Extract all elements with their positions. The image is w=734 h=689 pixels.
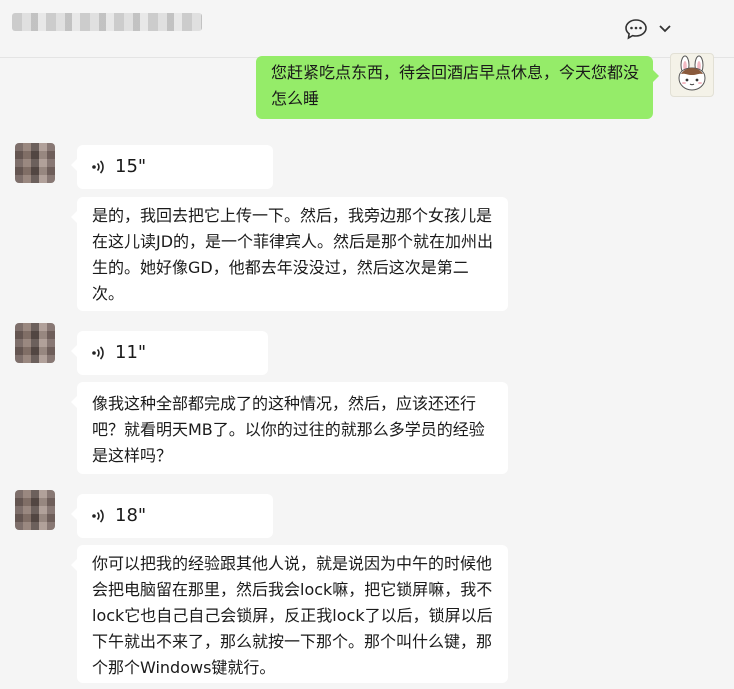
voice-wave-icon xyxy=(92,160,104,174)
bunny-avatar-icon xyxy=(678,55,706,91)
voice-message[interactable]: 11" xyxy=(71,331,268,375)
message-text: 像我这种全部都完成了的这种情况，然后，应该还还行吧？就看明天MB了。以你的过往的… xyxy=(92,394,485,465)
voice-wave-icon xyxy=(92,346,104,360)
contact-avatar[interactable] xyxy=(15,143,55,183)
voice-duration: 15" xyxy=(115,156,147,177)
message-bubble-self[interactable]: 您赶紧吃点东西，待会回酒店早点休息，今天您都没怎么睡 xyxy=(256,56,659,119)
voice-message[interactable]: 18" xyxy=(71,494,273,538)
chevron-down-icon[interactable] xyxy=(656,18,674,40)
my-avatar[interactable] xyxy=(670,53,714,97)
contact-avatar[interactable] xyxy=(15,323,55,363)
voice-duration: 18" xyxy=(115,505,147,526)
message-text: 你可以把我的经验跟其他人说，就是说因为中午的时候他会把电脑留在那里，然后我会lo… xyxy=(92,554,493,677)
voice-duration: 11" xyxy=(115,342,147,363)
contact-name xyxy=(12,13,202,31)
voice-wave-icon xyxy=(92,509,104,523)
message-text: 是的，我回去把它上传一下。然后，我旁边那个女孩儿是在这儿读JD的，是一个菲律宾人… xyxy=(92,206,494,303)
message-bubble-other[interactable]: 是的，我回去把它上传一下。然后，我旁边那个女孩儿是在这儿读JD的，是一个菲律宾人… xyxy=(71,197,508,311)
message-bubble-other[interactable]: 像我这种全部都完成了的这种情况，然后，应该还还行吧？就看明天MB了。以你的过往的… xyxy=(71,382,508,474)
contact-avatar[interactable] xyxy=(15,490,55,530)
voice-message[interactable]: 15" xyxy=(71,145,273,189)
chat-bubble-icon[interactable] xyxy=(624,18,648,40)
message-text: 您赶紧吃点东西，待会回酒店早点休息，今天您都没怎么睡 xyxy=(271,63,640,108)
message-bubble-other[interactable]: 你可以把我的经验跟其他人说，就是说因为中午的时候他会把电脑留在那里，然后我会lo… xyxy=(71,545,508,683)
chat-header xyxy=(0,0,734,58)
